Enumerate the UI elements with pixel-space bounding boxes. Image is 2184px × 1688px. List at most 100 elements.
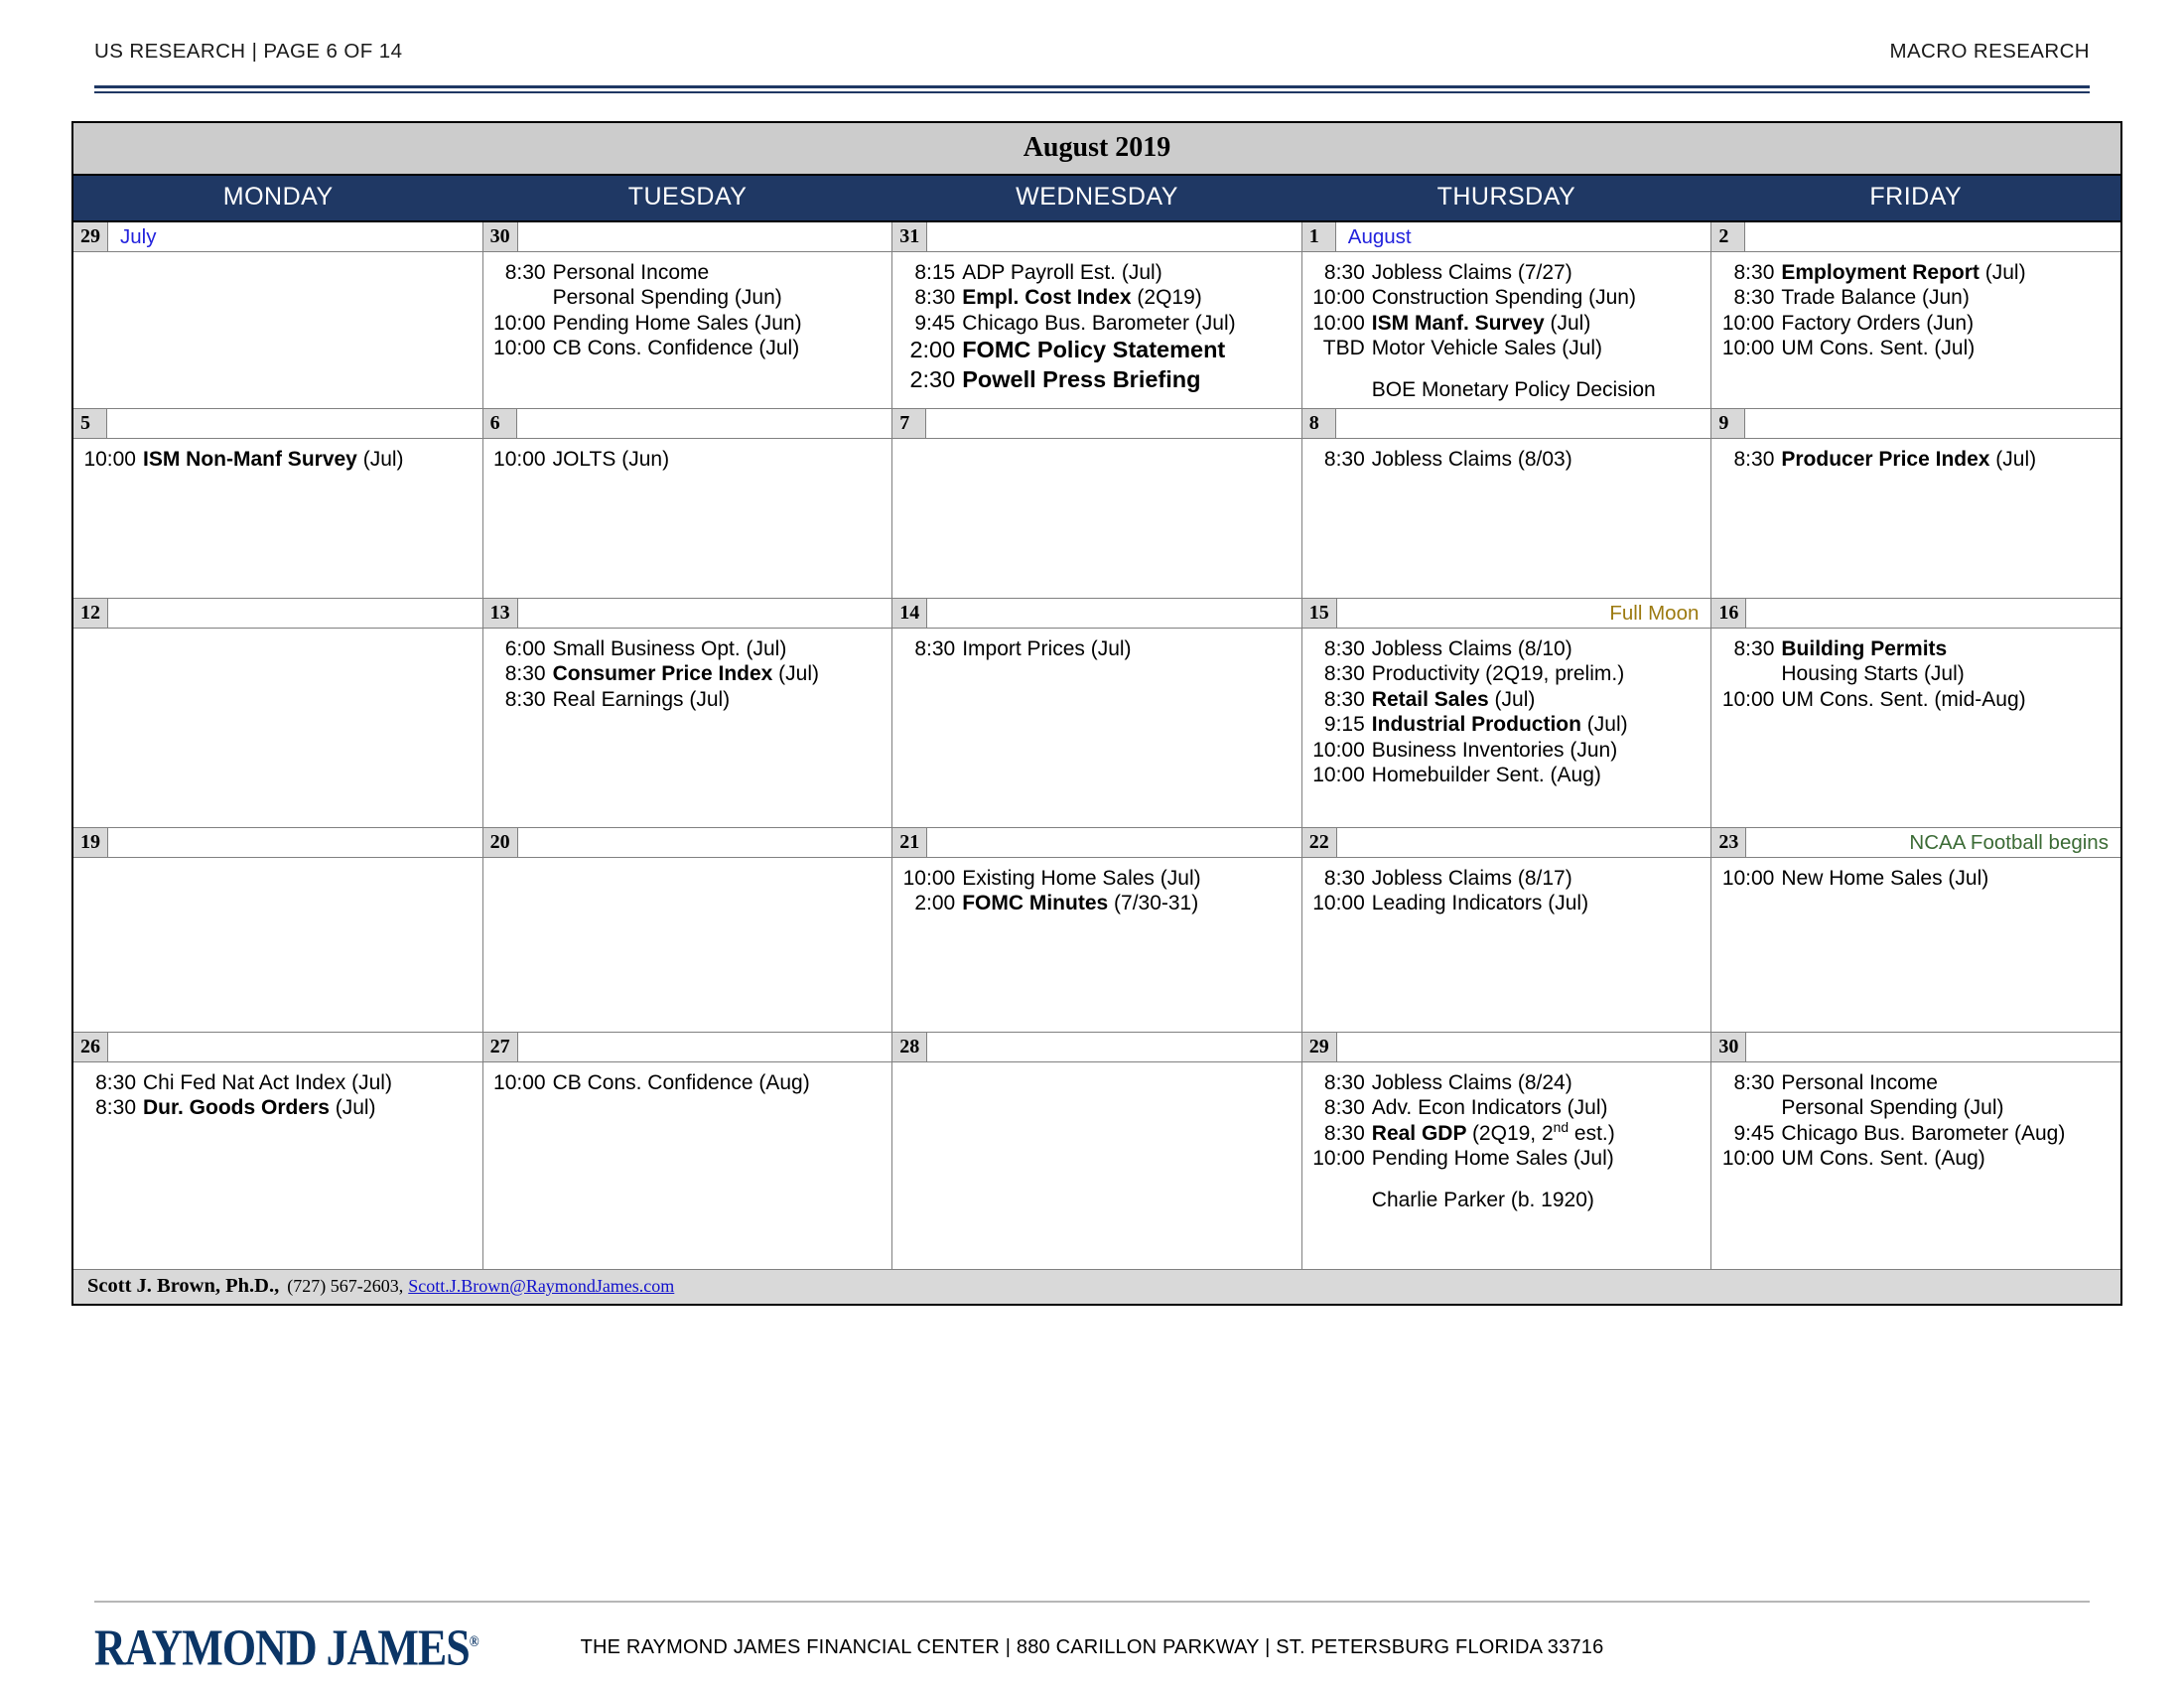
event-text: Motor Vehicle Sales (Jul) [1371,337,1603,360]
day-cell-29[interactable]: 29 July [73,222,482,409]
event-time: 10:00 [1312,764,1365,787]
event-text: (Jul) [1586,713,1628,737]
event-time: 2:00 [909,337,956,363]
day-note-label [108,1033,482,1061]
day-note-label [1337,1033,1711,1061]
calendar-title: August 2019 [73,123,2120,176]
event-text-bold: Employment Report [1781,261,1985,284]
day-events: 10:00 Existing Home Sales (Jul) 2:00 FOMC M… [892,858,1301,1032]
event-text: Personal Spending (Jun) [552,286,782,310]
event-row: 8:30 Chi Fed Nat Act Index (Jul) [77,1070,478,1095]
event-description: Charlie Parker (b. 1920) [1372,1188,1707,1212]
event-description: Import Prices (Jul) [962,636,1297,661]
day-cell-19[interactable]: 19 [73,828,482,1033]
day-cell-1[interactable]: 1 August 8:30 Jobless Claims (7/27) 10:00 Con… [1300,222,1711,409]
event-row: 10:00 ISM Manf. Survey (Jul) [1306,311,1707,336]
day-note-label [107,409,482,438]
day-cell-12[interactable]: 12 [73,599,482,828]
day-cell-31[interactable]: 31 8:15 ADP Payroll Est. (Jul) 8:30 Empl. Co… [891,222,1301,409]
event-row: 8:30 Consumer Price Index (Jul) [487,661,888,686]
event-time [1306,1188,1372,1212]
day-header: 15 Full Moon [1301,599,1711,630]
event-time: 10:00 [83,448,136,472]
event-description: Jobless Claims (7/27) [1372,260,1707,285]
day-note-label [926,409,1301,438]
day-header: 19 [73,828,482,859]
event-time: 8:30 [914,286,956,310]
day-cell-5[interactable]: 5 10:00 ISM Non-Manf Survey (Jul) [73,409,482,599]
event-row: BOE Monetary Policy Decision [1306,377,1707,402]
day-cell-21[interactable]: 21 10:00 Existing Home Sales (Jul) 2:00 FOMC… [891,828,1301,1033]
event-description: Personal Spending (Jul) [1781,1095,2116,1120]
event-row: 10:00 UM Cons. Sent. (Aug) [1715,1146,2116,1171]
day-cell-9[interactable]: 9 8:30 Producer Price Index (Jul) [1710,409,2120,599]
day-number: 23 [1711,828,1747,858]
event-time: 8:30 [1733,448,1775,472]
day-number: 29 [1301,1033,1337,1062]
event-text: Personal Income [1781,1071,1938,1095]
event-description: Construction Spending (Jun) [1372,285,1707,310]
event-text: Adv. Econ Indicators (Jul) [1371,1096,1608,1120]
day-cell-7[interactable]: 7 [891,409,1301,599]
day-cell-27[interactable]: 27 10:00 CB Cons. Confidence (Aug) [481,1033,892,1270]
event-spacer [1306,1172,1707,1188]
day-note-label [927,1033,1301,1061]
event-text-bold: Building Permits [1781,637,1948,661]
event-time: 8:30 [1323,867,1365,891]
event-description: Motor Vehicle Sales (Jul) [1372,336,1707,360]
day-note-label: Full Moon [1609,602,1700,626]
day-number: 2 [1711,222,1746,251]
day-cell-2[interactable]: 2 8:30 Employment Report (Jul) 8:30 Trade Ba… [1710,222,2120,409]
analyst-email-link[interactable]: Scott.J.Brown@RaymondJames.com [408,1276,674,1297]
day-note-label [518,599,892,628]
event-time: 8:30 [1733,286,1775,310]
day-cell-22[interactable]: 22 8:30 Jobless Claims (8/17) 10:00 Leading … [1300,828,1711,1033]
calendar: August 2019 MONDAY TUESDAY WEDNESDAY THURSD… [71,121,2122,1307]
event-description: Factory Orders (Jun) [1781,311,2116,336]
day-number: 28 [892,1033,928,1062]
day-note-label [1746,599,2120,628]
event-time: 8:30 [1323,1121,1365,1145]
day-number: 19 [73,828,108,858]
event-row: 8:30 Building Permits [1715,636,2116,661]
day-cell-8[interactable]: 8 8:30 Jobless Claims (8/03) [1300,409,1711,599]
event-description: JOLTS (Jun) [553,447,888,472]
day-cell-15[interactable]: 15 Full Moon 8:30 Jobless Claims (8/10) 8:30… [1300,599,1711,828]
day-cell-26[interactable]: 26 8:30 Chi Fed Nat Act Index (Jul) 8:30 Dur… [73,1033,482,1270]
day-header: 7 [892,409,1301,440]
event-description: Personal Spending (Jun) [553,285,888,310]
day-note-label [927,599,1301,628]
day-cell-14[interactable]: 14 8:30 Import Prices (Jul) [891,599,1301,828]
day-header: 12 [73,599,482,630]
event-text-bold: Consumer Price Index [552,662,779,686]
event-row: Charlie Parker (b. 1920) [1306,1188,1707,1212]
day-note-label [927,222,1301,251]
day-note-label: August [1347,225,1412,248]
event-row: 8:30 Productivity (2Q19, prelim.) [1306,661,1707,686]
event-time: 8:30 [1323,261,1365,284]
day-of-week-monday: MONDAY [222,183,334,211]
day-note-label [1746,1033,2120,1061]
day-cell-23[interactable]: 23 NCAA Football begins 10:00 New Home Sale… [1710,828,2120,1033]
day-cell-20[interactable]: 20 [481,828,892,1033]
event-text-bold: Dur. Goods Orders [143,1096,336,1120]
day-cell-6[interactable]: 6 10:00 JOLTS (Jun) [481,409,892,599]
event-text: Small Business Opt. (Jul) [552,637,787,661]
event-text: Leading Indicators (Jul) [1371,892,1589,915]
event-description: FOMC Policy Statement [962,336,1297,364]
event-text-bold: ISM Manf. Survey [1371,311,1551,335]
day-cell-13[interactable]: 13 6:00 Small Business Opt. (Jul) 8:30 Consu… [481,599,892,828]
event-text: UM Cons. Sent. (Jul) [1781,337,1976,360]
day-cell-30[interactable]: 30 8:30 Personal Income Personal Spending (… [481,222,892,409]
event-row: 2:00 FOMC Policy Statement [896,336,1297,364]
event-row: 10:00 JOLTS (Jun) [487,447,888,472]
day-cell-29[interactable]: 29 8:30 Jobless Claims (8/24) 8:30 Adv. Econ… [1300,1033,1711,1270]
day-of-week-tuesday: TUESDAY [627,183,748,211]
event-description: Jobless Claims (8/03) [1372,447,1707,472]
event-time: 8:30 [1733,261,1775,284]
event-time: 10:00 [1721,1147,1775,1171]
day-cell-30[interactable]: 30 8:30 Personal Income Personal Spending (… [1710,1033,2120,1270]
day-cell-28[interactable]: 28 [891,1033,1301,1270]
day-cell-16[interactable]: 16 8:30 Building Permits Housing Starts (Ju… [1710,599,2120,828]
day-events: 8:30 Import Prices (Jul) [892,629,1301,827]
